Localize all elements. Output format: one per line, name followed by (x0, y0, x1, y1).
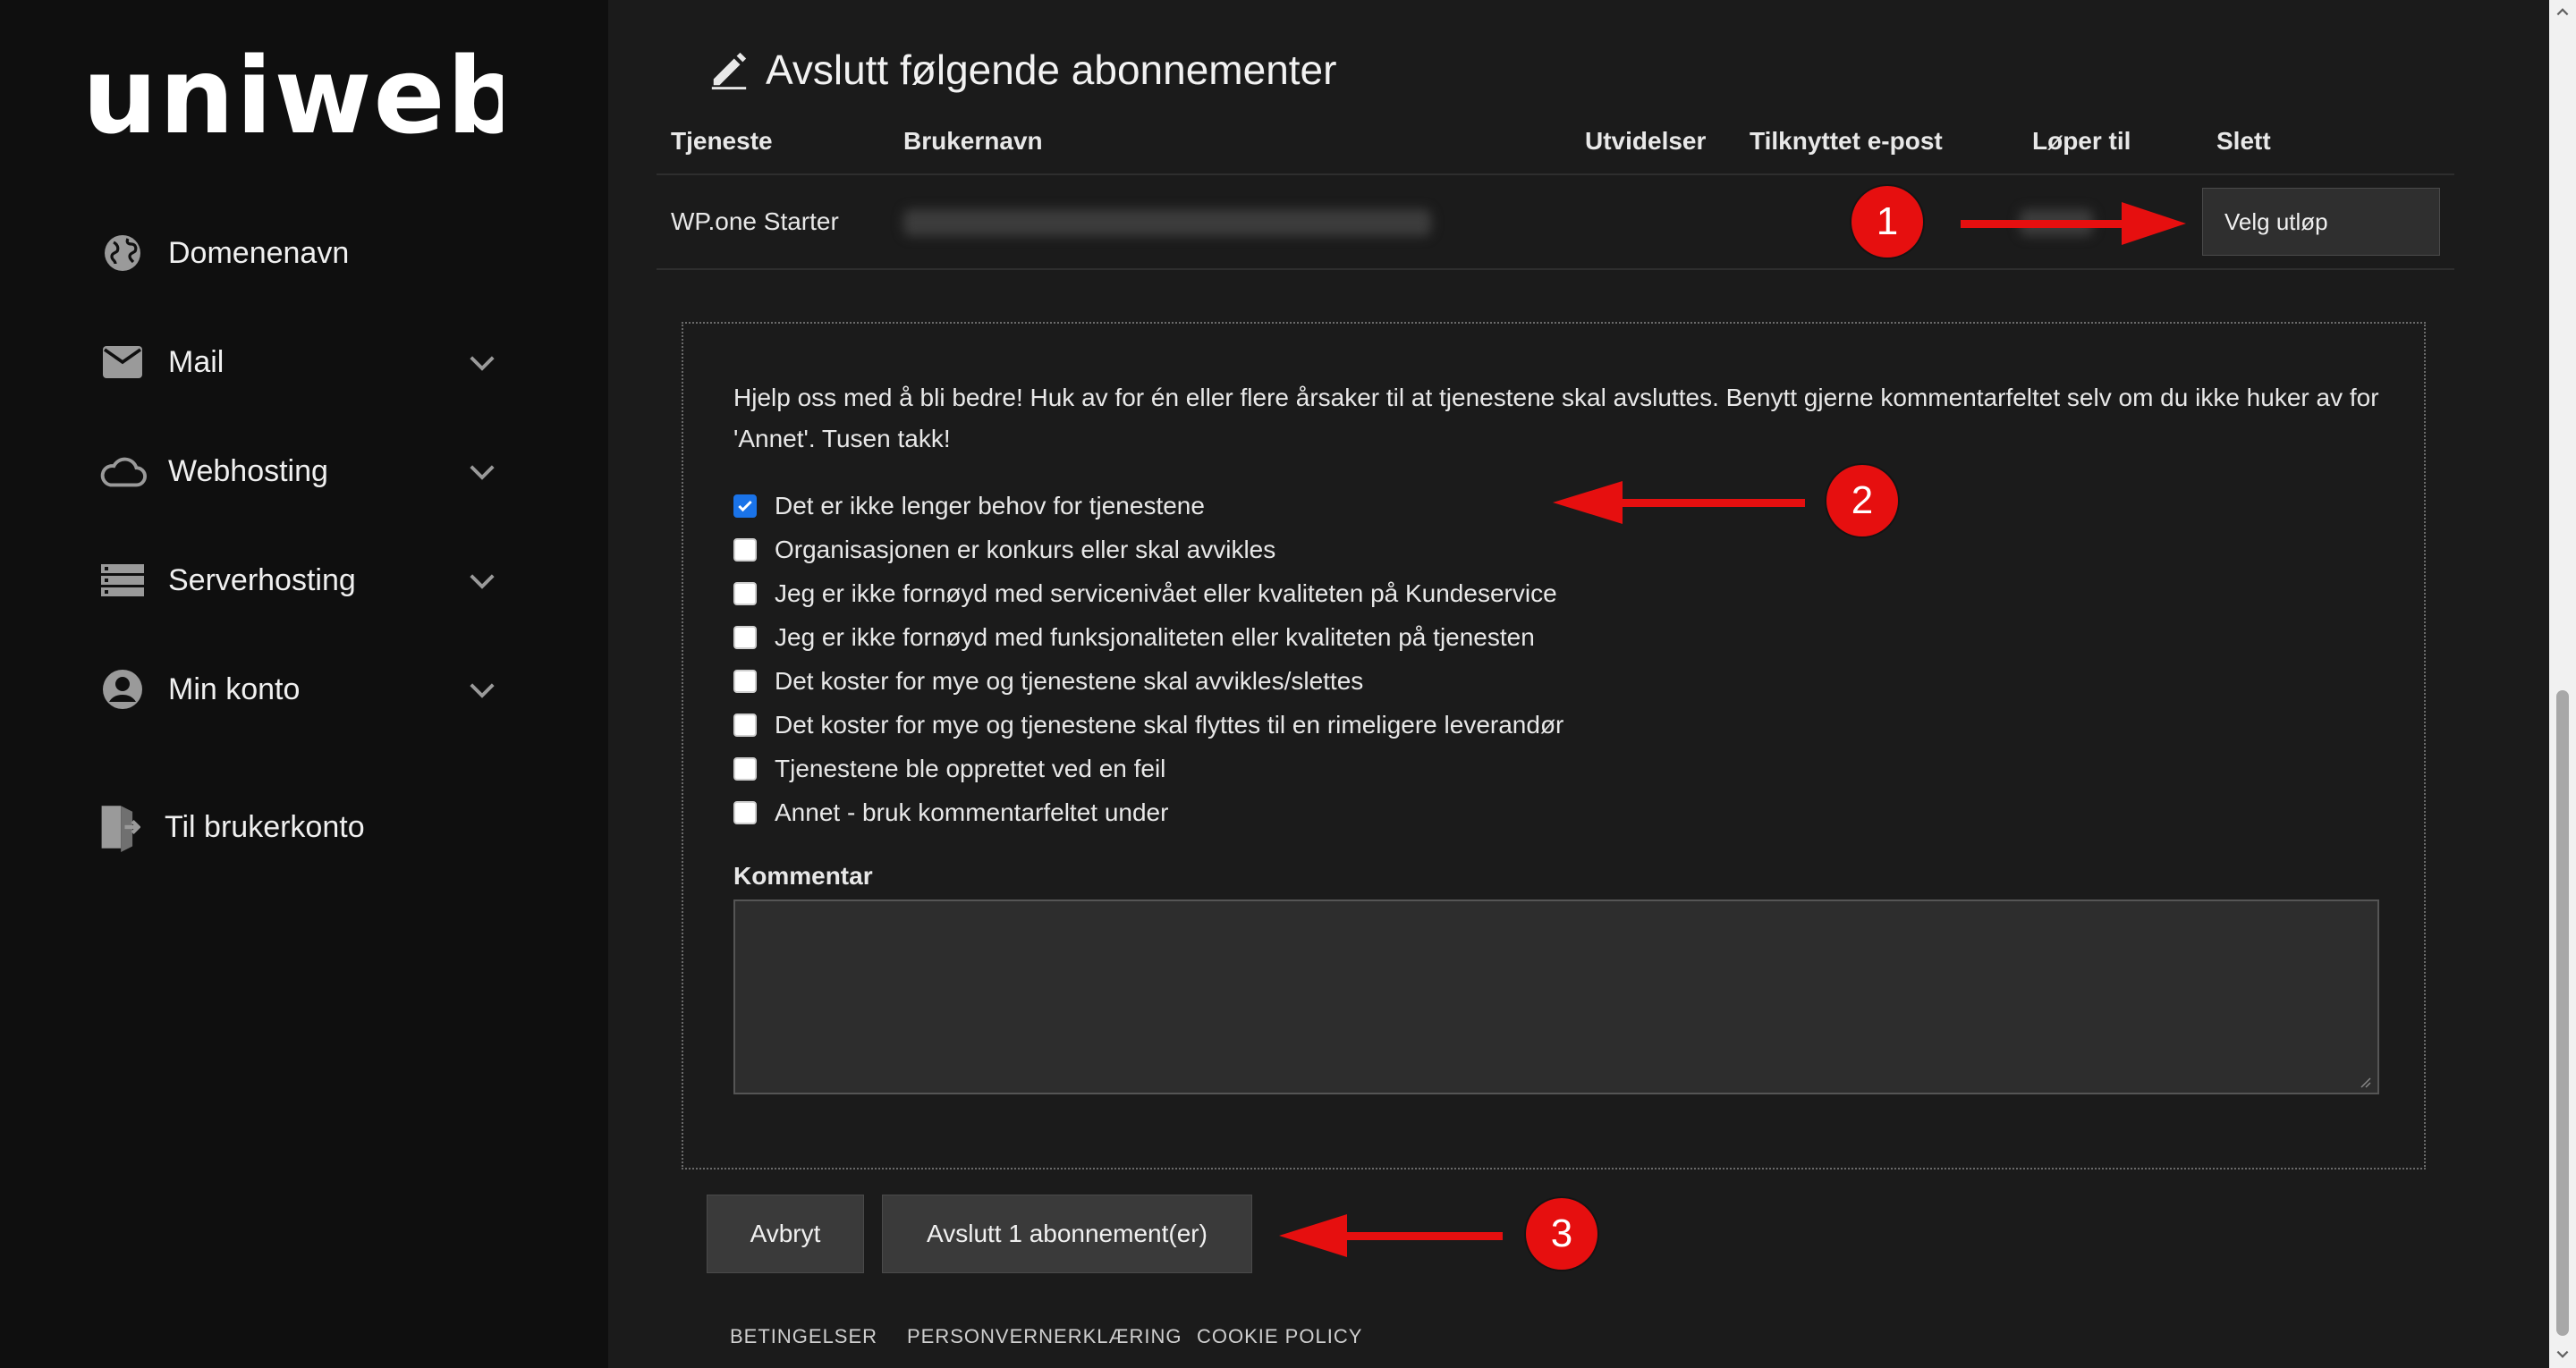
footer-link-terms[interactable]: BETINGELSER (730, 1325, 877, 1348)
annotation-arrow-left-icon (1553, 481, 1805, 524)
checkbox[interactable] (733, 626, 757, 649)
column-header-slett: Slett (2216, 127, 2271, 155)
comment-textarea[interactable] (733, 899, 2379, 1094)
sidebar-item-label: Til brukerkonto (165, 809, 365, 844)
sidebar-item-mail[interactable]: Mail (98, 331, 501, 393)
feedback-intro: Hjelp oss med å bli bedre! Huk av for én… (733, 384, 2379, 452)
expiry-select[interactable]: Velg utløp (2202, 188, 2440, 256)
pencil-icon (711, 52, 747, 90)
sidebar: uniweb Domenenavn Mail Webhosting Server… (0, 0, 608, 1368)
annotation-arrow-right-icon (1961, 202, 2186, 245)
checkbox[interactable] (733, 582, 757, 605)
reason-option[interactable]: Det er ikke lenger behov for tjenestene (733, 488, 1205, 524)
scroll-up-icon[interactable] (2555, 4, 2571, 20)
confirm-cancel-subscriptions-button[interactable]: Avslutt 1 abonnement(er) (882, 1195, 1252, 1273)
reason-option[interactable]: Det koster for mye og tjenestene skal av… (733, 663, 1363, 699)
sidebar-item-domenenavn[interactable]: Domenenavn (98, 222, 501, 284)
feedback-panel: Hjelp oss med å bli bedre! Huk av for én… (682, 322, 2426, 1170)
column-header-loper-til: Løper til (2032, 127, 2131, 155)
column-header-tjeneste: Tjeneste (671, 127, 773, 155)
table-divider (657, 173, 2454, 175)
reason-label: Det koster for mye og tjenestene skal av… (775, 667, 1364, 695)
scroll-down-icon[interactable] (2555, 1347, 2571, 1363)
reason-option[interactable]: Annet - bruk kommentarfeltet under (733, 795, 1168, 831)
sidebar-item-label: Min konto (168, 671, 301, 706)
scrollbar-thumb[interactable] (2556, 690, 2569, 1336)
checkbox[interactable] (733, 538, 757, 562)
sidebar-item-label: Serverhosting (168, 562, 356, 597)
reason-label: Organisasjonen er konkurs eller skal avv… (775, 536, 1276, 563)
chevron-down-icon[interactable] (463, 562, 501, 599)
annotation-badge: 1 (1852, 186, 1923, 258)
chevron-down-icon[interactable] (463, 343, 501, 381)
sidebar-item-label: Domenenavn (168, 235, 350, 270)
annotation-arrow-left-icon (1279, 1214, 1503, 1257)
service-name: WP.one Starter (671, 207, 839, 235)
sidebar-item-webhosting[interactable]: Webhosting (98, 440, 501, 502)
comment-label: Kommentar (733, 862, 873, 890)
footer-link-privacy[interactable]: PERSONVERNERKLÆRING (907, 1325, 1182, 1348)
checkbox[interactable] (733, 801, 757, 824)
globe-icon (98, 229, 147, 277)
checkbox-checked[interactable] (733, 494, 757, 518)
checkbox[interactable] (733, 714, 757, 737)
sidebar-item-label: Webhosting (168, 453, 328, 488)
checkbox[interactable] (733, 670, 757, 693)
reason-label: Annet - bruk kommentarfeltet under (775, 798, 1169, 826)
reason-label: Jeg er ikke fornøyd med servicenivået el… (775, 579, 1557, 607)
reason-option[interactable]: Jeg er ikke fornøyd med funksjonaliteten… (733, 620, 1535, 655)
redacted-username (903, 209, 1431, 236)
cancel-button[interactable]: Avbryt (707, 1195, 864, 1273)
column-header-tilknyttet-epost: Tilknyttet e-post (1750, 127, 1943, 155)
uniweb-logo[interactable]: uniweb (82, 45, 503, 152)
chevron-down-icon[interactable] (463, 452, 501, 490)
reason-label: Det koster for mye og tjenestene skal fl… (775, 711, 1564, 739)
sidebar-item-label: Mail (168, 344, 225, 379)
reason-option[interactable]: Organisasjonen er konkurs eller skal avv… (733, 532, 1275, 568)
sidebar-item-min-konto[interactable]: Min konto (98, 658, 501, 721)
annotation-badge: 3 (1526, 1198, 1597, 1270)
server-icon (98, 556, 147, 604)
column-header-brukernavn: Brukernavn (903, 127, 1043, 155)
sidebar-item-serverhosting[interactable]: Serverhosting (98, 549, 501, 612)
column-header-utvidelser: Utvidelser (1585, 127, 1707, 155)
exit-door-icon (95, 803, 143, 852)
account-icon (98, 665, 147, 714)
mail-icon (98, 338, 147, 386)
page-scrollbar[interactable] (2549, 0, 2576, 1368)
page-title-text: Avslutt følgende abonnementer (766, 46, 1337, 93)
annotation-badge: 2 (1826, 465, 1898, 536)
cloud-icon (98, 447, 147, 495)
reason-label: Jeg er ikke fornøyd med funksjonaliteten… (775, 623, 1535, 651)
chevron-down-icon[interactable] (463, 671, 501, 708)
svg-text:uniweb: uniweb (82, 45, 503, 152)
footer-link-cookie-policy[interactable]: COOKIE POLICY (1197, 1325, 1362, 1348)
table-divider (657, 268, 2454, 270)
reason-label: Det er ikke lenger behov for tjenestene (775, 492, 1205, 519)
reason-label: Tjenestene ble opprettet ved en feil (775, 755, 1166, 782)
reason-option[interactable]: Jeg er ikke fornøyd med servicenivået el… (733, 576, 1557, 612)
sidebar-item-til-brukerkonto[interactable]: Til brukerkonto (95, 796, 497, 858)
expiry-select-value: Velg utløp (2224, 207, 2328, 235)
reason-option[interactable]: Det koster for mye og tjenestene skal fl… (733, 707, 1563, 743)
page-title: Avslutt følgende abonnementer (708, 41, 1336, 98)
reason-option[interactable]: Tjenestene ble opprettet ved en feil (733, 751, 1165, 787)
check-icon (738, 500, 752, 512)
checkbox[interactable] (733, 757, 757, 781)
resize-handle-icon[interactable] (2358, 1075, 2372, 1089)
main-content: Avslutt følgende abonnementer Tjeneste B… (608, 0, 2549, 1368)
